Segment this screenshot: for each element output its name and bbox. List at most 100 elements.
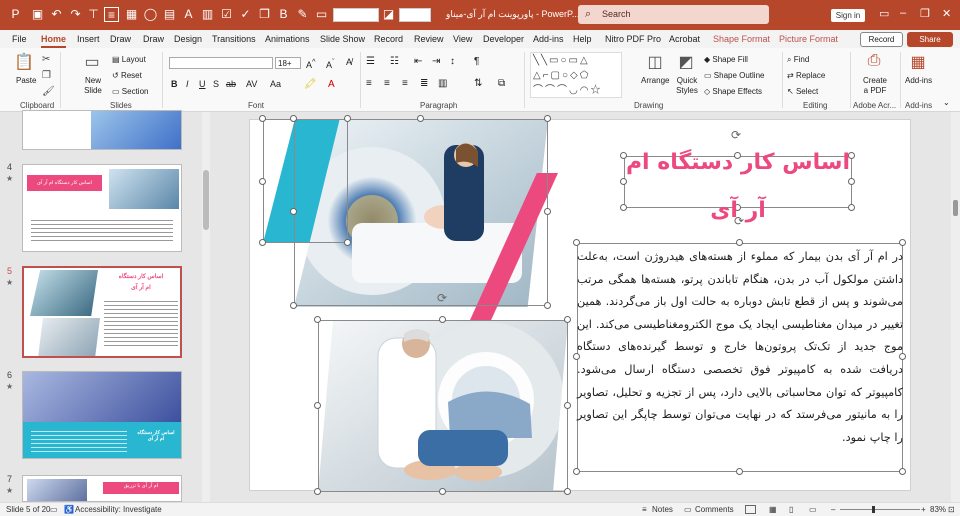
arrange-icon[interactable]: ◫ [645,52,665,72]
shrink-font-icon[interactable]: Aˇ [326,57,335,70]
cut-icon[interactable]: ✂ [42,54,50,65]
tab-picture-format[interactable]: Picture Format [779,34,838,44]
tab-view[interactable]: View [453,34,472,44]
zoom-in-icon[interactable]: + [921,505,926,514]
pen-icon[interactable]: ✎ [295,7,310,22]
align-center-icon[interactable]: ≡ [384,78,390,89]
align-left-icon[interactable]: ≡ [366,78,372,89]
notes-button[interactable]: Notes [652,505,673,514]
ribbon-display-icon[interactable]: ▭ [879,7,889,20]
bold-icon[interactable]: B [276,7,291,22]
folder-icon[interactable]: ▭ [314,7,329,22]
zoom-slider[interactable] [840,509,920,510]
slide-thumbnail-5[interactable]: اساس کار دستگاه ام آر آی [22,266,182,358]
slide-body-text[interactable]: در ام آر آی بدن بیمار که مملوء از هسته‌ه… [577,246,903,449]
section-button[interactable]: ▭ Section [112,87,148,96]
increase-indent-icon[interactable]: ⇥ [432,56,440,67]
resize-handle[interactable] [259,239,266,246]
tab-insert[interactable]: Insert [77,34,100,44]
size-quick-select[interactable] [399,8,431,22]
resize-handle[interactable] [899,239,906,246]
tab-nitro[interactable]: Nitro PDF Pro [605,34,661,44]
spelling-icon[interactable]: ▭ [50,505,58,514]
resize-handle[interactable] [290,115,297,122]
reset-button[interactable]: ↺ Reset [112,71,142,80]
spacing-button[interactable]: AV [246,79,257,89]
pdf-icon[interactable]: ⎙ [864,52,884,70]
rtl-icon[interactable]: ¶ [474,56,479,67]
copy-icon[interactable]: ❐ [257,7,272,22]
format-icon[interactable]: ◪ [381,7,396,22]
copy-format-icon[interactable]: ❐ [42,70,51,81]
resize-handle[interactable] [439,316,446,323]
tab-add-ins[interactable]: Add-ins [533,34,564,44]
chart-icon[interactable]: ▥ [200,7,215,22]
align-icon[interactable]: ≡ [104,7,119,22]
resize-handle[interactable] [290,302,297,309]
save-icon[interactable]: ▣ [30,7,45,22]
slide-thumbnail-7[interactable]: ام آر آی با تزریق [22,475,182,502]
tab-animations[interactable]: Animations [265,34,310,44]
resize-handle[interactable] [899,468,906,475]
resize-handle[interactable] [314,488,321,495]
clear-format-icon[interactable]: A̸ [346,57,352,67]
tab-draw[interactable]: Draw [110,34,131,44]
collapse-ribbon-icon[interactable]: ⌄ [943,98,950,107]
resize-handle[interactable] [259,178,266,185]
numbering-icon[interactable]: ☷ [390,56,399,67]
redo-icon[interactable]: ↷ [68,7,83,22]
add-ins-icon[interactable]: ▦ [908,52,928,72]
sign-in-button[interactable]: Sign in [831,9,865,22]
tab-draw-2[interactable]: Draw [143,34,164,44]
tab-record[interactable]: Record [374,34,403,44]
new-slide-icon[interactable]: ▭ [82,52,102,72]
zoom-level[interactable]: 83% [930,505,946,514]
underline-button[interactable]: U [199,79,206,89]
resize-handle[interactable] [259,115,266,122]
find-button[interactable]: ⌕ Find [787,55,809,65]
resize-handle[interactable] [314,316,321,323]
shape-outline-button[interactable]: ▭ Shape Outline [704,71,764,80]
resize-handle[interactable] [736,468,743,475]
resize-handle[interactable] [314,402,321,409]
search-input[interactable]: ⌕ Search [578,5,769,24]
resize-handle[interactable] [290,208,297,215]
font-family-select[interactable] [169,57,273,69]
shadow-button[interactable]: S [213,79,219,89]
close-icon[interactable]: ✕ [942,7,951,20]
tab-design[interactable]: Design [174,34,202,44]
accessibility-status[interactable]: Accessibility: Investigate [75,505,162,514]
font-size-select[interactable]: 18+ [275,57,301,69]
comments-button[interactable]: Comments [695,505,734,514]
tab-developer[interactable]: Developer [483,34,524,44]
resize-handle[interactable] [573,468,580,475]
slideshow-icon[interactable]: ▭ [809,505,817,514]
align-right-icon[interactable]: ≡ [402,78,408,89]
font-color-icon[interactable]: A [328,79,335,90]
undo-icon[interactable]: ↶ [49,7,64,22]
resize-handle[interactable] [564,316,571,323]
comments-icon[interactable]: ▭ [684,505,692,514]
layout-button[interactable]: ▤ Layout [112,55,146,64]
shape-fill-button[interactable]: ◆ Shape Fill [704,55,748,64]
check-icon[interactable]: ☑ [219,7,234,22]
tab-acrobat[interactable]: Acrobat [669,34,700,44]
resize-handle[interactable] [417,115,424,122]
paste-button[interactable]: Paste [16,76,36,85]
image-icon[interactable]: ▦ [124,7,139,22]
slide-title[interactable]: اساس کار دستگاه ام آر آی [624,139,852,235]
justify-icon[interactable]: ≣ [420,78,428,89]
notes-icon[interactable]: ≡ [642,505,647,514]
resize-handle[interactable] [544,208,551,215]
thumbnail-scrollbar[interactable] [202,112,210,502]
share-button[interactable]: Share [907,32,953,47]
resize-handle[interactable] [344,115,351,122]
slide-thumbnail-4[interactable]: اساس کار دستگاه ام آر آی [22,164,182,252]
zoom-slider-thumb[interactable] [872,506,875,513]
smartart-icon[interactable]: ⧉ [498,78,505,89]
strikethrough-button[interactable]: ab [226,79,236,89]
resize-handle[interactable] [564,488,571,495]
format-painter-icon[interactable]: 🖌 [42,86,55,97]
bold-button[interactable]: B [171,79,178,89]
resize-handle[interactable] [439,488,446,495]
